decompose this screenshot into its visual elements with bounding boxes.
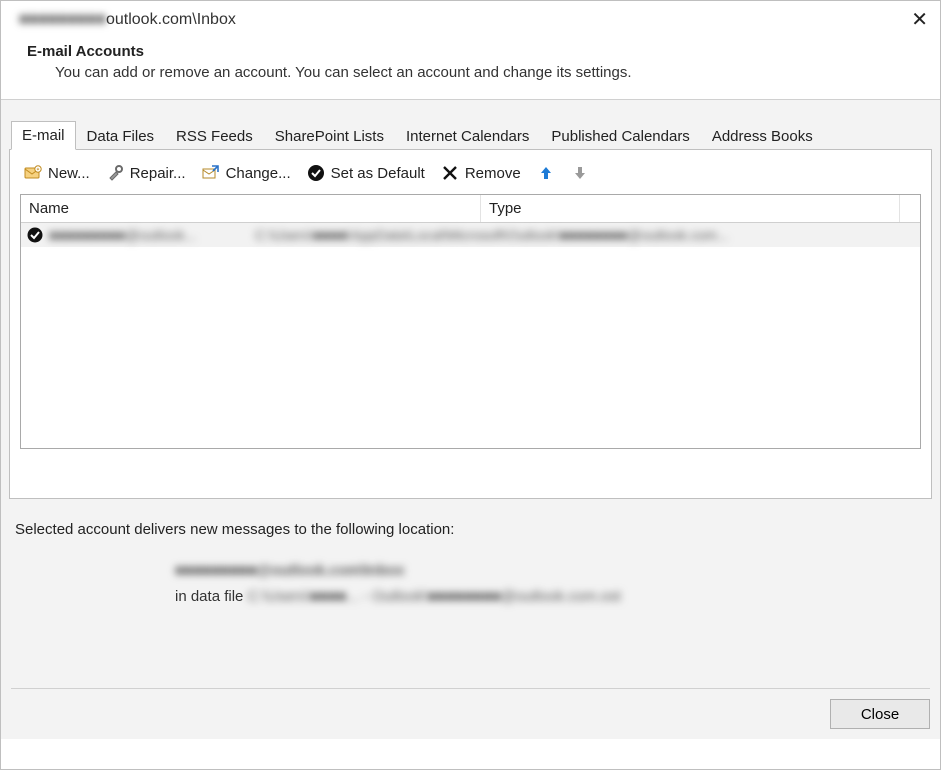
- tab-internet-calendars[interactable]: Internet Calendars: [395, 122, 540, 150]
- window-title-account: ■■■■■■■■■: [19, 11, 106, 29]
- new-mail-icon: ✶: [24, 164, 42, 182]
- tabs-row: E-mail Data Files RSS Feeds SharePoint L…: [9, 100, 932, 149]
- delivery-block: Selected account delivers new messages t…: [9, 521, 932, 610]
- repair-icon: [106, 164, 124, 182]
- tab-data-files[interactable]: Data Files: [76, 122, 166, 150]
- column-header-spacer: [900, 195, 920, 222]
- change-button-label: Change...: [226, 165, 291, 182]
- remove-x-icon: [441, 164, 459, 182]
- change-button[interactable]: Change...: [202, 164, 291, 182]
- delivery-datafile-prefix: in data file: [175, 588, 243, 605]
- tab-published-calendars[interactable]: Published Calendars: [540, 122, 700, 150]
- new-button-label: New...: [48, 165, 90, 182]
- remove-button-label: Remove: [465, 165, 521, 182]
- close-button[interactable]: Close: [830, 699, 930, 729]
- window-title-path: outlook.com\Inbox: [106, 11, 236, 29]
- dialog-footer: Close: [11, 688, 930, 729]
- delivery-location-line: ■■■■■■■■■@outlook.com\Inbox: [175, 562, 405, 579]
- column-header-type[interactable]: Type: [481, 195, 900, 222]
- dialog-header: ✕ ■■■■■■■■■ outlook.com\Inbox E-mail Acc…: [1, 1, 940, 99]
- accounts-toolbar: ✶ New... Repair... Change... S: [20, 162, 921, 194]
- tab-email[interactable]: E-mail: [11, 121, 76, 150]
- default-account-check-icon: [27, 227, 43, 243]
- repair-button[interactable]: Repair...: [106, 164, 186, 182]
- new-button[interactable]: ✶ New...: [24, 164, 90, 182]
- tab-rss-feeds[interactable]: RSS Feeds: [165, 122, 264, 150]
- arrow-up-icon: [537, 164, 555, 182]
- accounts-grid: Name Type ■■■■■■■■■@outlook... C:\Users\…: [20, 194, 921, 449]
- delivery-datafile-path: C:\Users\■■■■... - Outlook\■■■■■■■■@outl…: [248, 588, 621, 605]
- grid-header: Name Type: [21, 195, 920, 223]
- change-icon: [202, 164, 220, 182]
- main-panel: E-mail Data Files RSS Feeds SharePoint L…: [1, 99, 940, 739]
- set-default-button[interactable]: Set as Default: [307, 164, 425, 182]
- table-row[interactable]: ■■■■■■■■■@outlook... C:\Users\■■■■\AppDa…: [21, 223, 920, 247]
- close-icon[interactable]: ✕: [911, 7, 928, 32]
- delivery-title: Selected account delivers new messages t…: [15, 521, 932, 538]
- set-default-button-label: Set as Default: [331, 165, 425, 182]
- repair-button-label: Repair...: [130, 165, 186, 182]
- section-title: E-mail Accounts: [27, 43, 922, 60]
- check-circle-icon: [307, 164, 325, 182]
- move-up-button[interactable]: [537, 164, 555, 182]
- account-name-cell: ■■■■■■■■■@outlook...: [49, 227, 249, 243]
- arrow-down-icon: [571, 164, 589, 182]
- column-header-name[interactable]: Name: [21, 195, 481, 222]
- tab-sharepoint-lists[interactable]: SharePoint Lists: [264, 122, 395, 150]
- remove-button[interactable]: Remove: [441, 164, 521, 182]
- move-down-button[interactable]: [571, 164, 589, 182]
- section-subtitle: You can add or remove an account. You ca…: [55, 64, 922, 81]
- account-type-cell: C:\Users\■■■■\AppData\Local\Microsoft\Ou…: [255, 227, 914, 243]
- tab-pane-email: ✶ New... Repair... Change... S: [9, 149, 932, 499]
- window-title: ■■■■■■■■■ outlook.com\Inbox: [19, 11, 922, 29]
- svg-text:✶: ✶: [36, 167, 40, 173]
- tab-address-books[interactable]: Address Books: [701, 122, 824, 150]
